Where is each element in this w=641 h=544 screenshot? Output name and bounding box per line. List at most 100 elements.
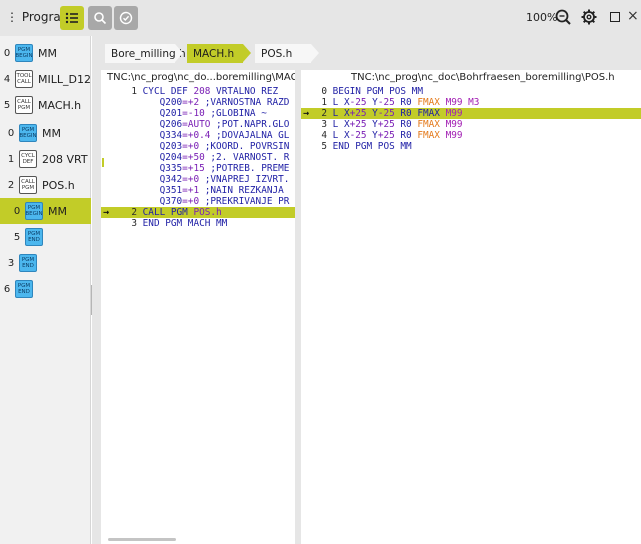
code-token: Q335 [142,163,183,174]
editor-pane-pos[interactable]: TNC:\nc_prog\nc_doc\Bohrfraesen_boremill… [301,70,641,544]
block-type-icon: PGM END [15,280,33,298]
nc-block-line[interactable]: 2 CALL PGM POS.h → [101,207,295,218]
breadcrumb-item-pos[interactable]: POS.h [255,44,311,63]
breadcrumb-separator [243,44,251,62]
structure-item[interactable]: 6 PGM END [0,276,91,302]
structure-item[interactable]: 5 PGM END [0,224,91,250]
nc-block-line[interactable]: 5 END PGM POS MM [301,141,641,152]
block-type-text: BEGIN [19,133,37,139]
structure-level: 0 [13,205,21,217]
code-token: =+0 [182,174,200,185]
breadcrumb: Bore_milling.h MACH.h POS.h [101,36,641,70]
structure-level: 2 [7,179,15,191]
code-token: ;NAIN REZKANJA [199,185,284,196]
panel-gutter [92,36,101,544]
nc-block-line[interactable]: Q334=+0.4 ;DOVAJALNA GL [101,130,295,141]
line-number: 5 [321,141,327,152]
code-token: +25 [377,130,395,141]
nc-block-line[interactable]: Q200=+2 ;VARNOSTNA RAZD [101,97,295,108]
code-token: BEGIN PGM POS MM [332,86,423,97]
code-token: R0 [394,119,418,130]
nc-block-line[interactable]: Q335=+15 ;POTREB. PREME [101,163,295,174]
structure-level: 6 [3,283,11,295]
line-number: 4 [321,130,327,141]
structure-level: 0 [3,47,11,59]
structure-item-label: POS.h [42,178,75,192]
nc-block-line[interactable]: Q204=+50 ;2. VARNOST. R [101,152,295,163]
line-number: 3 [131,218,137,229]
nc-block-line[interactable]: Q201=-10 ;GLOBINA ~ [101,108,295,119]
code-token: L X [332,130,350,141]
nc-block-line[interactable]: 0 BEGIN PGM POS MM [301,86,641,97]
code-token: ;POTREB. PREME [204,163,290,174]
structure-item-label: MACH.h [38,98,82,112]
structure-item[interactable]: 2 CALL PGM POS.h [0,172,91,198]
code-token: ;GLOBINA ~ [204,108,267,119]
nc-block-line[interactable]: Q351=+1 ;NAIN REZKANJA [101,185,295,196]
code-token: ;2. VARNOST. R [204,152,290,163]
list-icon [65,12,78,24]
code-token: Q206 [142,119,183,130]
block-type-icon: CYCL DEF [19,150,37,168]
code-token: Q342 [142,174,183,185]
code-token: END PGM POS MM [332,141,412,152]
breadcrumb-item-bore-milling[interactable]: Bore_milling.h [105,44,186,63]
structure-toggle-button[interactable] [60,6,84,30]
code-token: FMAX [417,130,440,141]
code-token: ;VARNOSTNA RAZD [199,97,290,108]
structure-item[interactable]: 5 CALL PGM MACH.h [0,92,91,118]
nc-block-line[interactable]: 1 CYCL DEF 208 VRTALNO REZ [101,86,295,97]
nc-block-line[interactable]: 3 END PGM MACH MM [101,218,295,229]
code-token: =+0.4 [182,130,211,141]
block-type-icon: PGM BEGIN [25,202,43,220]
nc-block-line[interactable]: 3 L X+25 Y+25 R0 FMAX M99 [301,119,641,130]
structure-level: 1 [7,153,15,165]
maximize-icon[interactable] [610,12,620,22]
structure-item[interactable]: 0 PGM BEGIN MM [0,40,91,66]
code-token: =-10 [182,108,205,119]
horizontal-scrollbar[interactable] [108,538,176,541]
structure-item[interactable]: 4 TOOL CALL MILL_D12 [0,66,91,92]
code-token: ;DOVAJALNA GL [210,130,290,141]
structure-level: 3 [7,257,15,269]
structure-item[interactable]: 0 PGM BEGIN MM [0,198,91,224]
code-token: M99 [439,119,463,130]
file-path: TNC:\nc_prog\nc_do...boremilling\MACH.h [107,72,295,83]
line-number: 3 [321,119,327,130]
structure-item[interactable]: 0 PGM BEGIN MM [0,120,91,146]
code-token: Y [366,119,378,130]
code-token: -25 [349,130,367,141]
structure-item-label: 208 VRT [42,152,88,166]
settings-icon[interactable] [580,8,598,26]
block-type-text: DEF [22,159,34,165]
check-button[interactable] [114,6,138,30]
nc-block-line[interactable]: 2 L X+25 Y-25 R0 FMAX M99 → [301,108,641,119]
block-type-icon: PGM END [19,254,37,272]
editor-pane-mach[interactable]: TNC:\nc_prog\nc_do...boremilling\MACH.h … [101,70,295,544]
search-icon [94,12,107,25]
code-token: -25 [349,97,367,108]
nc-block-line[interactable]: Q206=AUTO ;POT.NAPR.GLO [101,119,295,130]
code-token: R0 [394,108,418,119]
nc-block-line[interactable]: 4 L X-25 Y+25 R0 FMAX M99 [301,130,641,141]
block-type-icon: PGM BEGIN [19,124,37,142]
structure-level: 0 [7,127,15,139]
nc-block-line[interactable]: 1 L X-25 Y-25 R0 FMAX M99 M3 [301,97,641,108]
search-button[interactable] [88,6,112,30]
zoom-icon[interactable] [554,8,572,26]
close-icon[interactable]: × [627,8,639,24]
breadcrumb-item-mach[interactable]: MACH.h [187,44,243,63]
block-type-text: PGM [17,105,31,111]
structure-item[interactable]: 3 PGM END [0,250,91,276]
code-token: R0 [394,97,418,108]
block-type-icon: PGM END [25,228,43,246]
block-type-text: BEGIN [25,211,43,217]
file-path: TNC:\nc_prog\nc_doc\Bohrfraesen_boremill… [351,72,615,83]
nc-block-line[interactable]: Q203=+0 ;KOORD. POVRSIN [101,141,295,152]
code-token: R0 [394,130,418,141]
block-type-icon: CALL PGM [19,176,37,194]
structure-item[interactable]: 1 CYCL DEF 208 VRT [0,146,91,172]
code-token: Q370 [142,196,183,207]
nc-block-line[interactable]: Q370=+0 ;PREKRIVANJE PR [101,196,295,207]
nc-block-line[interactable]: Q342=+0 ;VNAPREJ IZVRT. [101,174,295,185]
